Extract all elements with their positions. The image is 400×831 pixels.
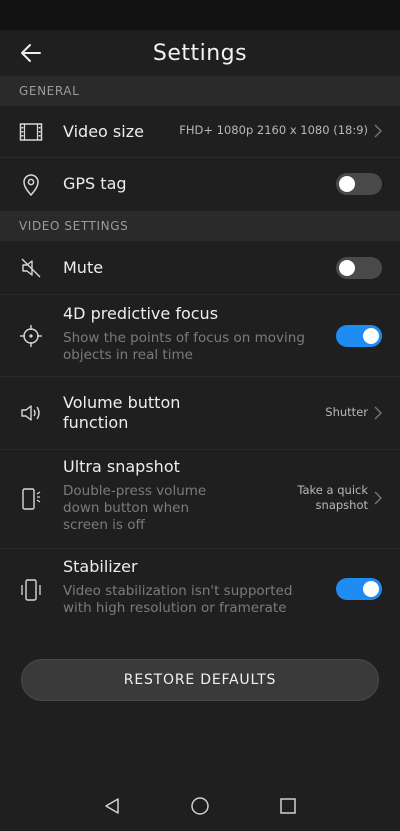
nav-recent-apps-button[interactable] — [275, 793, 301, 819]
stabilizer-description: Video stabilization isn't supported with… — [63, 583, 293, 616]
stabilizer-row[interactable]: Stabilizer Video stabilization isn't sup… — [0, 549, 400, 631]
square-recent-icon — [280, 797, 296, 814]
gps-tag-toggle[interactable] — [336, 173, 382, 195]
triangle-back-icon — [105, 797, 119, 814]
location-pin-icon — [18, 172, 44, 198]
restore-defaults-button[interactable]: RESTORE DEFAULTS — [21, 659, 379, 701]
volume-button-function-label: Volume button function — [63, 393, 181, 432]
stabilizer-toggle[interactable] — [336, 578, 382, 600]
ultra-snapshot-label: Ultra snapshot — [63, 457, 180, 476]
chevron-right-icon — [374, 124, 382, 138]
film-frame-icon — [18, 119, 44, 145]
video-size-label: Video size — [63, 122, 144, 141]
toggle-knob — [363, 581, 379, 597]
back-button[interactable] — [16, 38, 46, 68]
section-header-general: GENERAL — [0, 76, 400, 106]
volume-button-function-value: Shutter — [325, 405, 368, 419]
volume-button-function-row[interactable]: Volume button function Shutter — [0, 377, 400, 450]
header: Settings — [0, 30, 400, 76]
predictive-focus-row[interactable]: 4D predictive focus Show the points of f… — [0, 295, 400, 377]
section-header-video-settings: VIDEO SETTINGS — [0, 211, 400, 241]
speaker-icon — [18, 400, 44, 426]
page-title: Settings — [152, 40, 248, 66]
nav-back-button[interactable] — [99, 793, 125, 819]
chevron-right-icon — [374, 406, 382, 420]
ultra-snapshot-description: Double-press volume down button when scr… — [63, 483, 207, 533]
toggle-knob — [339, 260, 355, 276]
predictive-focus-label: 4D predictive focus — [63, 304, 219, 323]
circle-home-icon — [191, 796, 209, 815]
crosshair-icon — [18, 323, 44, 349]
phone-snapshot-icon — [18, 486, 44, 512]
ultra-snapshot-value: Take a quick snapshot — [297, 483, 368, 512]
phone-vibrate-icon — [18, 577, 44, 603]
chevron-right-icon — [374, 491, 382, 505]
mute-row[interactable]: Mute — [0, 241, 400, 295]
toggle-knob — [339, 176, 355, 192]
mute-label: Mute — [63, 258, 104, 277]
video-size-row[interactable]: Video size FHD+ 1080p 2160 x 1080 (18:9) — [0, 106, 400, 158]
arrow-left-icon — [21, 44, 41, 62]
system-navigation-bar — [0, 780, 400, 831]
predictive-focus-toggle[interactable] — [336, 325, 382, 347]
mute-toggle[interactable] — [336, 257, 382, 279]
gps-tag-label: GPS tag — [63, 174, 127, 193]
speaker-muted-icon — [18, 255, 44, 281]
gps-tag-row[interactable]: GPS tag — [0, 158, 400, 211]
status-bar — [0, 0, 400, 30]
toggle-knob — [363, 328, 379, 344]
predictive-focus-description: Show the points of focus on moving objec… — [63, 330, 305, 363]
video-size-value: FHD+ 1080p 2160 x 1080 (18:9) — [179, 123, 368, 137]
stabilizer-label: Stabilizer — [63, 557, 138, 576]
nav-home-button[interactable] — [187, 793, 213, 819]
ultra-snapshot-row[interactable]: Ultra snapshot Double-press volume down … — [0, 450, 400, 549]
